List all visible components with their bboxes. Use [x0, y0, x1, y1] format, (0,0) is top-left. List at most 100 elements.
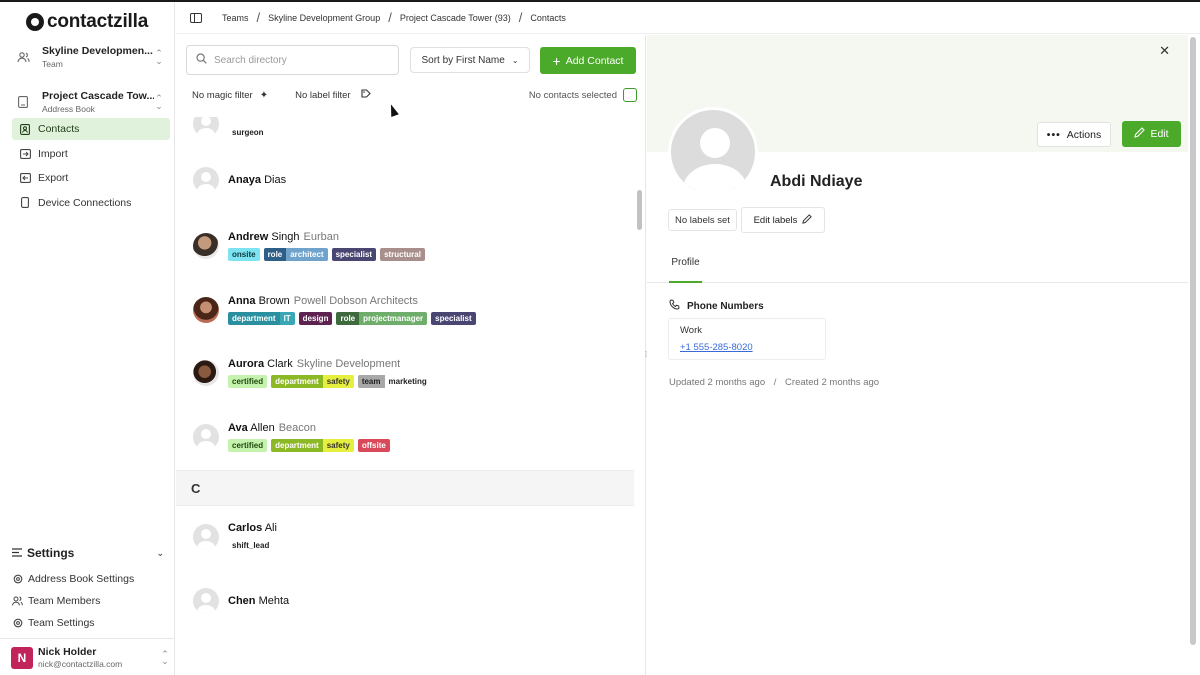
- sparkle-icon[interactable]: ✦: [260, 90, 268, 101]
- phone-link[interactable]: +1 555-285-8020: [680, 342, 753, 353]
- list-item[interactable]: Carlos Ali shift_lead: [193, 522, 623, 552]
- updated-text: Updated 2 months ago: [669, 377, 766, 388]
- chevron-down-icon: ⌄: [511, 55, 519, 65]
- tab-profile[interactable]: Profile: [669, 257, 702, 283]
- breadcrumb-separator: /: [256, 10, 261, 25]
- team-switcher[interactable]: Skyline Developmen... Team ⌃ ⌄: [12, 40, 164, 74]
- contact-name: Anaya Dias: [228, 174, 286, 186]
- contacts-panel: Sort by First Name ⌄ + Add Contact No ma…: [176, 35, 646, 675]
- more-dots-icon: •••: [1046, 128, 1061, 141]
- search-input[interactable]: [214, 54, 384, 66]
- actions-label: Actions: [1066, 128, 1102, 141]
- label-tag[interactable]: role projectmanager: [336, 312, 428, 325]
- tag-text: safety: [322, 439, 354, 452]
- tag-icon[interactable]: [361, 89, 372, 101]
- label-tag[interactable]: specialist: [431, 312, 476, 325]
- magic-filter-dropdown[interactable]: No magic filter: [192, 90, 253, 101]
- nav-label: Contacts: [38, 123, 80, 135]
- label-tag[interactable]: department safety: [271, 439, 354, 452]
- selection-status: No contacts selected: [528, 89, 617, 101]
- nav-label: Import: [38, 147, 68, 160]
- list-item[interactable]: Anaya Dias: [193, 167, 623, 193]
- nav-item-import[interactable]: Import: [12, 143, 170, 165]
- contact-full-name: Abdi Ndiaye: [770, 173, 863, 190]
- logo[interactable]: contactzilla: [26, 11, 148, 33]
- avatar: [193, 167, 219, 193]
- list-item[interactable]: Chen Mehta: [193, 588, 623, 614]
- list-item[interactable]: Ava Allen Beacon certified department safet…: [193, 422, 623, 452]
- label-tag[interactable]: onsite: [228, 248, 260, 261]
- label-tag[interactable]: team marketing: [357, 375, 431, 388]
- contact-list: surgeon Anaya Dias Andrew Singh Eurban on…: [176, 117, 634, 675]
- tag-text: department: [271, 375, 323, 388]
- breadcrumb-item-team[interactable]: Skyline Development Group: [268, 13, 380, 23]
- page-scrollbar[interactable]: [1189, 35, 1198, 645]
- label-tag[interactable]: certified: [228, 375, 268, 388]
- tag-text: projectmanager: [359, 312, 428, 325]
- sidebar: contactzilla Skyline Developmen... Team …: [0, 2, 175, 675]
- address-book-switcher[interactable]: Project Cascade Tow... Address Book ⌃ ⌄: [12, 85, 164, 119]
- phone-icon: [669, 299, 680, 313]
- label-tag[interactable]: department safety: [271, 375, 354, 388]
- list-item[interactable]: Aurora Clark Skyline Development certifie…: [193, 358, 623, 388]
- list-scrollbar[interactable]: [637, 190, 642, 230]
- settings-item-label: Team Members: [28, 595, 101, 607]
- label-tag[interactable]: department IT: [228, 312, 295, 325]
- nav-item-export[interactable]: Export: [12, 167, 170, 189]
- add-contact-button[interactable]: + Add Contact: [540, 47, 636, 74]
- toggle-sidebar-icon[interactable]: [190, 12, 202, 23]
- first-name: Andrew: [228, 231, 269, 243]
- address-book-icon: [12, 96, 34, 108]
- tag-text: shift_lead: [228, 539, 274, 552]
- label-tag[interactable]: structural: [380, 248, 425, 261]
- list-item[interactable]: surgeon: [193, 117, 623, 139]
- filter-bar: No magic filter ✦ No label filter No con…: [186, 85, 641, 105]
- search-box[interactable]: [186, 45, 399, 75]
- tag-text: certified: [228, 375, 268, 388]
- edit-labels-button[interactable]: Edit labels: [741, 207, 825, 233]
- tag-list: onsite role architect specialist structural: [228, 248, 425, 261]
- settings-item-team-settings[interactable]: Team Settings: [12, 612, 167, 634]
- sort-dropdown[interactable]: Sort by First Name ⌄: [410, 47, 530, 73]
- scrollbar-thumb[interactable]: [1190, 37, 1196, 645]
- breadcrumb-item-address-book[interactable]: Project Cascade Tower (93): [400, 13, 511, 23]
- label-tag[interactable]: certified: [228, 439, 268, 452]
- edit-button[interactable]: Edit: [1122, 121, 1181, 147]
- timestamps: Updated 2 months ago / Created 2 months …: [669, 377, 879, 388]
- list-item[interactable]: Anna Brown Powell Dobson Architects depar…: [193, 295, 623, 325]
- last-name: Mehta: [258, 595, 290, 607]
- label-tag[interactable]: shift_lead: [228, 539, 274, 552]
- pencil-icon: [802, 213, 813, 227]
- list-item[interactable]: Andrew Singh Eurban onsite role architect sp…: [193, 231, 623, 261]
- nav-item-contacts[interactable]: Contacts: [12, 118, 170, 140]
- label-tag[interactable]: design: [298, 312, 333, 325]
- tag-list: certified department safety team marketing: [228, 375, 431, 388]
- breadcrumb-item-teams[interactable]: Teams: [222, 13, 249, 23]
- settings-item-team-members[interactable]: Team Members: [12, 590, 167, 612]
- avatar: [193, 297, 219, 323]
- contact-org: Skyline Development: [296, 358, 401, 370]
- team-settings-icon: [12, 618, 23, 628]
- actions-button[interactable]: ••• Actions: [1037, 122, 1111, 147]
- label-tag[interactable]: offsite: [357, 439, 390, 452]
- tag-list: certified department safety offsite: [228, 439, 390, 452]
- export-icon: [18, 172, 32, 184]
- breadcrumb-separator: /: [518, 10, 523, 25]
- last-name: Brown: [258, 295, 290, 307]
- team-name: Skyline Developmen...: [42, 45, 153, 57]
- label-filter-dropdown[interactable]: No label filter: [295, 90, 350, 101]
- chevron-updown-icon: ⌃ ⌄: [161, 648, 169, 666]
- phone-section-heading: Phone Numbers: [669, 299, 764, 313]
- label-tag[interactable]: surgeon: [228, 126, 268, 139]
- settings-item-address-book[interactable]: Address Book Settings: [12, 568, 167, 590]
- settings-item-label: Address Book Settings: [28, 573, 135, 585]
- nav-item-device-connections[interactable]: Device Connections: [12, 192, 170, 214]
- close-icon[interactable]: ✕: [1159, 43, 1170, 59]
- last-name: Allen: [250, 422, 275, 434]
- select-all-checkbox[interactable]: [623, 88, 637, 102]
- label-tag[interactable]: role architect: [263, 248, 328, 261]
- settings-section-toggle[interactable]: Settings ⌄: [12, 546, 164, 560]
- label-tag[interactable]: specialist: [331, 248, 377, 261]
- last-name: Ali: [264, 522, 277, 534]
- user-menu[interactable]: N Nick Holder nick@contactzilla.com ⌃ ⌄: [0, 638, 175, 675]
